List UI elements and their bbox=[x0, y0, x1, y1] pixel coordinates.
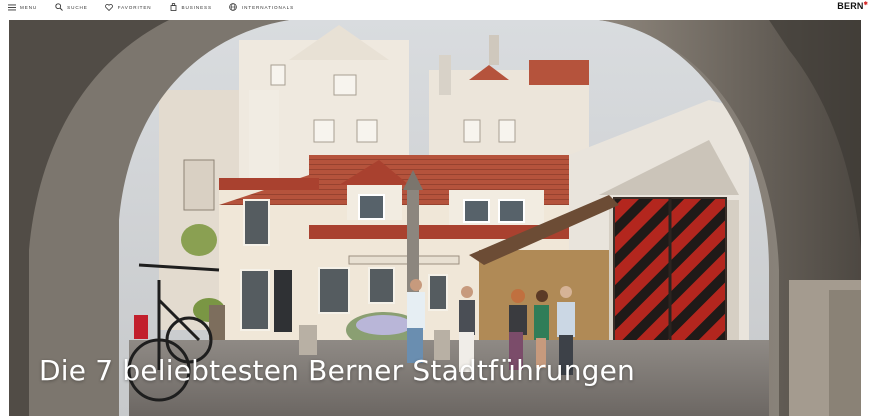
globe-icon bbox=[229, 3, 238, 12]
heart-icon bbox=[105, 3, 114, 12]
favorites-button[interactable]: FAVORITEN bbox=[105, 0, 152, 14]
hero-title: Die 7 beliebtesten Berner Stadtführungen bbox=[39, 354, 635, 387]
search-button[interactable]: SUCHE bbox=[54, 0, 88, 14]
search-label: SUCHE bbox=[67, 4, 88, 10]
top-navigation: MENU SUCHE FAVORITEN BUSINESS INTERNATIO… bbox=[0, 0, 870, 14]
internationals-label: INTERNATIONALS bbox=[241, 4, 295, 10]
bern-logo[interactable]: BERN✱ bbox=[837, 1, 868, 11]
logo-accent-mark: ✱ bbox=[863, 1, 868, 7]
menu-icon bbox=[7, 3, 16, 12]
menu-button[interactable]: MENU bbox=[7, 0, 37, 14]
hero-image: Die 7 beliebtesten Berner Stadtführungen bbox=[9, 20, 861, 416]
logo-text: BERN bbox=[837, 1, 864, 11]
internationals-button[interactable]: INTERNATIONALS bbox=[229, 0, 294, 14]
briefcase-icon bbox=[169, 3, 178, 12]
business-button[interactable]: BUSINESS bbox=[169, 0, 212, 14]
favorites-label: FAVORITEN bbox=[117, 4, 152, 10]
search-icon bbox=[54, 3, 63, 12]
menu-label: MENU bbox=[20, 4, 38, 10]
business-label: BUSINESS bbox=[181, 4, 212, 10]
